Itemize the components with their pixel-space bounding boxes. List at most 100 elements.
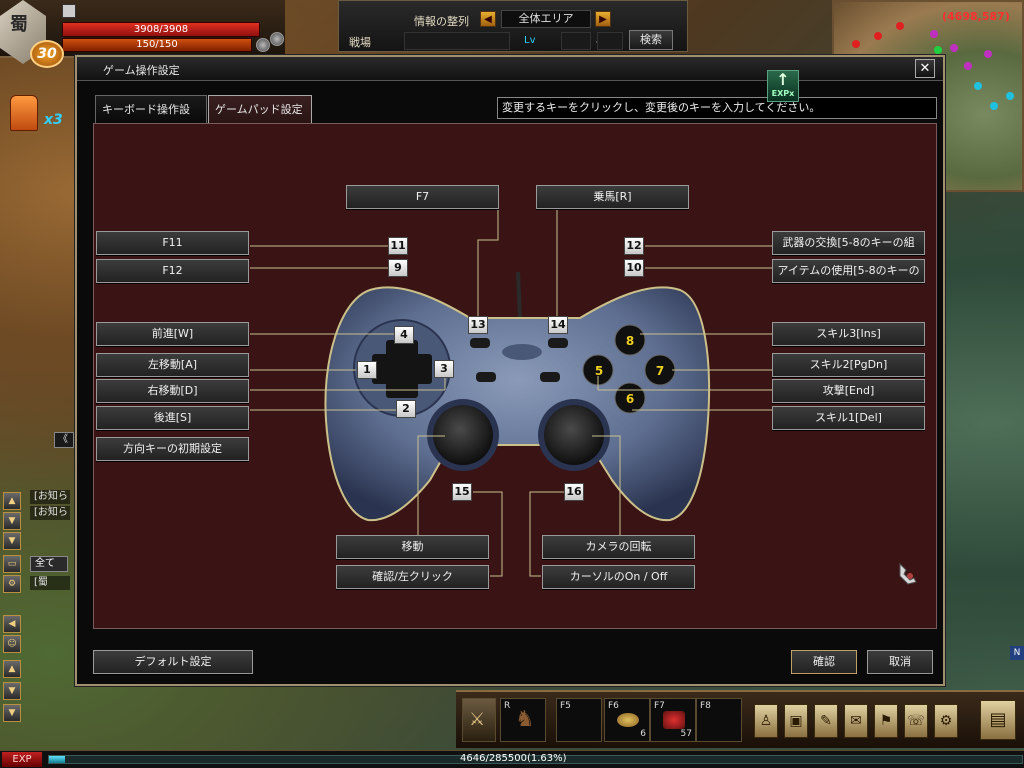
map-marker [974, 82, 982, 90]
info-sort-panel: 情報の整列 ◀ 全体エリア ▶ 戦場 Lv ~ 検索 [338, 0, 688, 52]
cancel-button[interactable]: 取消 [867, 650, 933, 674]
map-coordinates: (4698,587) [942, 10, 1010, 23]
dialog-titlebar[interactable] [77, 57, 943, 81]
system-menu-button[interactable]: ⚙ [934, 704, 958, 738]
horse-icon: ♞ [515, 707, 535, 732]
binding-button-f7[interactable]: F7 [346, 185, 499, 209]
button-number-1: 1 [357, 361, 377, 379]
guild-menu-button[interactable]: ⚑ [874, 704, 898, 738]
button-number-16: 16 [564, 483, 584, 501]
exp-text: 4646/285500(1.63%) [460, 753, 567, 764]
tab-gamepad-settings[interactable]: ゲームパッド設定 [208, 95, 312, 123]
orb-icon [270, 32, 284, 46]
binding-button-cursor-toggle[interactable]: カーソルのOn / Off [542, 565, 695, 589]
binding-button-f12[interactable]: F12 [96, 259, 249, 283]
inventory-menu-button[interactable]: ▣ [784, 704, 808, 738]
chat-volume-button[interactable]: ◀ [3, 615, 21, 633]
kingdom-glyph: 蜀 [10, 14, 28, 35]
chat-scroll-up-button[interactable]: ▲ [3, 492, 21, 510]
orb-icon [256, 38, 270, 52]
exp-bar-frame: EXP 4646/285500(1.63%) [0, 750, 1024, 768]
level-min-input[interactable] [561, 32, 591, 50]
binding-button-skill3[interactable]: スキル3[Ins] [772, 322, 925, 346]
binding-button-back[interactable]: 後進[S] [96, 406, 249, 430]
skill-slot-weapon[interactable]: ⚔ [462, 698, 496, 742]
button-number-10: 10 [624, 259, 644, 277]
crossed-swords-icon: ⚔ [469, 709, 486, 730]
binding-button-confirm[interactable]: 確認/左クリック [336, 565, 489, 589]
chat-scroll-down-button[interactable]: ▼ [3, 512, 21, 530]
battlefield-input[interactable] [404, 32, 510, 50]
prev-area-button[interactable]: ◀ [480, 11, 496, 27]
character-menu-button[interactable]: ♙ [754, 704, 778, 738]
side-tab[interactable]: 《 [54, 432, 74, 448]
party-figure-icon [10, 95, 38, 131]
chat-scroll-end-button[interactable]: ▼ [3, 532, 21, 550]
sort-label: 情報の整列 [414, 15, 469, 28]
level-max-input[interactable] [597, 32, 623, 50]
binding-button-camera[interactable]: カメラの回転 [542, 535, 695, 559]
chest-menu-button[interactable]: ▤ [980, 700, 1016, 740]
binding-button-move[interactable]: 移動 [336, 535, 489, 559]
button-number-9: 9 [388, 259, 408, 277]
map-marker [964, 62, 972, 70]
map-marker [990, 102, 998, 110]
skill-slot-f7[interactable]: F7 57 [650, 698, 696, 742]
reset-direction-keys-button[interactable]: 方向キーの初期設定 [96, 437, 249, 461]
chat-message: [蜀 [30, 576, 70, 590]
chat-user-button[interactable]: ☺ [3, 635, 21, 653]
chat-settings-button[interactable]: ⚙ [3, 575, 21, 593]
binding-button-move-left[interactable]: 左移動[A] [96, 353, 249, 377]
binding-button-skill1[interactable]: スキル1[Del] [772, 406, 925, 430]
party-multiplier: x3 [44, 112, 63, 128]
chat-tab-all[interactable]: 全て [30, 556, 68, 572]
map-marker [852, 40, 860, 48]
chat-message: [お知ら [30, 506, 70, 520]
skill-bar: ⚔ R ♞ F5 F6 6 F7 57 F8 ♙ ▣ ✎ ✉ ⚑ ☏ ⚙ ▤ [456, 690, 1024, 748]
button-number-4: 4 [394, 326, 414, 344]
chat-window-button[interactable]: ▭ [3, 555, 21, 573]
skill-slot-f6[interactable]: F6 6 [604, 698, 650, 742]
menu-icon[interactable] [62, 4, 76, 18]
mp-bar: 150/150 [62, 38, 252, 52]
skill-slot-mount[interactable]: R ♞ [500, 698, 546, 742]
button-number-15: 15 [452, 483, 472, 501]
exp-label: EXP [2, 752, 42, 767]
binding-button-item-use[interactable]: アイテムの使用[5-8のキーの [772, 259, 925, 283]
tab-keyboard-settings[interactable]: キーボード操作設定 [95, 95, 207, 144]
search-button[interactable]: 検索 [629, 30, 673, 50]
skill-slot-f5[interactable]: F5 [556, 698, 602, 742]
exp-boost-label: EXPx [771, 89, 795, 98]
binding-button-move-right[interactable]: 右移動[D] [96, 379, 249, 403]
binding-button-forward[interactable]: 前進[W] [96, 322, 249, 346]
quest-menu-button[interactable]: ✉ [844, 704, 868, 738]
default-settings-button[interactable]: デフォルト設定 [93, 650, 253, 674]
chat-up-button[interactable]: ▲ [3, 660, 21, 678]
skill-slot-f8[interactable]: F8 [696, 698, 742, 742]
map-marker [896, 22, 904, 30]
battlefield-label: 戦場 [349, 36, 371, 49]
button-number-14: 14 [548, 316, 568, 334]
exp-boost-icon: ↑ EXPx [767, 70, 799, 102]
notice-icon[interactable]: N [1010, 646, 1024, 660]
binding-button-weapon-swap[interactable]: 武器の交換[5-8のキーの組 [772, 231, 925, 255]
skill-menu-button[interactable]: ✎ [814, 704, 838, 738]
map-marker [1006, 92, 1014, 100]
friends-menu-button[interactable]: ☏ [904, 704, 928, 738]
instruction-text: 変更するキーをクリックし、変更後のキーを入力してください。 [497, 97, 937, 119]
area-select[interactable]: 全体エリア [501, 10, 591, 28]
ok-button[interactable]: 確認 [791, 650, 857, 674]
button-number-11: 11 [388, 237, 408, 255]
close-button[interactable]: ✕ [915, 59, 935, 78]
chat-bottom-button[interactable]: ▼ [3, 704, 21, 722]
binding-button-f11[interactable]: F11 [96, 231, 249, 255]
arrow-up-icon: ↑ [776, 70, 790, 89]
binding-button-skill2[interactable]: スキル2[PgDn] [772, 353, 925, 377]
next-area-button[interactable]: ▶ [595, 11, 611, 27]
map-marker [930, 30, 938, 38]
level-badge: 30 [30, 40, 64, 68]
binding-button-ride[interactable]: 乗馬[R] [536, 185, 689, 209]
binding-button-attack[interactable]: 攻撃[End] [772, 379, 925, 403]
map-marker [934, 46, 942, 54]
chat-down-button[interactable]: ▼ [3, 682, 21, 700]
